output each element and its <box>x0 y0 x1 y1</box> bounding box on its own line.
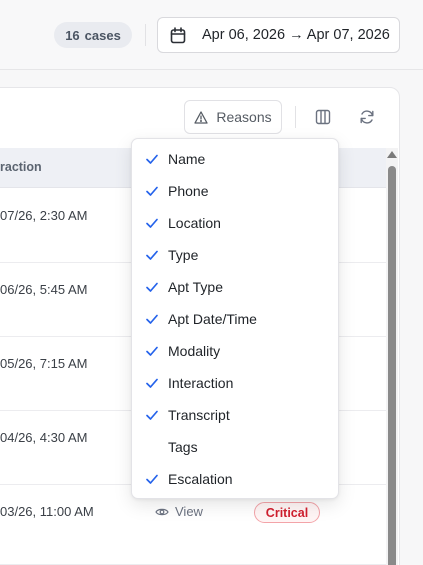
reasons-button[interactable]: Reasons <box>184 100 282 134</box>
date-range-text: Apr 06, 2026 → Apr 07, 2026 <box>202 27 390 43</box>
cases-label: cases <box>84 27 121 43</box>
check-icon <box>146 410 158 420</box>
menu-item-phone[interactable]: Phone <box>132 175 338 207</box>
check-icon <box>146 154 158 164</box>
check-icon <box>146 474 158 484</box>
view-link[interactable]: View <box>155 504 203 519</box>
check-icon <box>146 186 158 196</box>
menu-item-location[interactable]: Location <box>132 207 338 239</box>
check-icon <box>146 218 158 228</box>
check-icon <box>146 378 158 388</box>
check-icon <box>146 346 158 356</box>
menu-item-interaction[interactable]: Interaction <box>132 367 338 399</box>
refresh-button[interactable] <box>356 106 378 128</box>
row-datetime: 04/26, 4:30 AM <box>0 430 88 445</box>
row-datetime: 05/26, 7:15 AM <box>0 356 88 371</box>
cases-count: 16 <box>65 27 80 43</box>
menu-item-label: Location <box>168 215 221 231</box>
menu-item-transcript[interactable]: Transcript <box>132 399 338 431</box>
check-icon <box>146 250 158 260</box>
refresh-icon <box>360 110 374 124</box>
toolbar-divider <box>295 106 296 128</box>
menu-item-label: Type <box>168 247 199 263</box>
header-divider <box>145 24 146 46</box>
menu-item-label: Tags <box>168 439 198 455</box>
top-bar: 16 cases Apr 06, 2026 → Apr 07, 2026 <box>0 0 423 70</box>
eye-icon <box>155 508 169 515</box>
critical-badge: Critical <box>254 502 320 523</box>
menu-item-label: Phone <box>168 183 209 199</box>
row-datetime: 06/26, 5:45 AM <box>0 282 88 297</box>
reasons-label: Reasons <box>216 109 272 125</box>
alert-triangle-icon <box>194 110 209 124</box>
column-visibility-menu: Name Phone Location Type Apt Type Apt Date/Ti… <box>131 138 339 499</box>
scrollbar-thumb[interactable] <box>388 166 396 565</box>
menu-item-apt-type[interactable]: Apt Type <box>132 271 338 303</box>
check-icon <box>146 314 158 324</box>
columns-icon <box>315 109 331 125</box>
menu-item-label: Escalation <box>168 471 233 487</box>
menu-item-modality[interactable]: Modality <box>132 335 338 367</box>
menu-item-label: Modality <box>168 343 221 359</box>
menu-item-type[interactable]: Type <box>132 239 338 271</box>
menu-item-label: Name <box>168 151 206 167</box>
row-datetime: 07/26, 2:30 AM <box>0 208 88 223</box>
column-header-interaction[interactable]: raction <box>0 160 42 174</box>
columns-button[interactable] <box>312 106 334 128</box>
date-range-picker[interactable]: Apr 06, 2026 → Apr 07, 2026 <box>157 17 400 53</box>
menu-item-tags[interactable]: Tags <box>132 431 338 463</box>
cases-count-badge: 16 cases <box>54 22 132 48</box>
menu-item-label: Apt Date/Time <box>168 311 257 327</box>
scroll-up-arrow[interactable] <box>387 151 397 158</box>
menu-item-apt-date-time[interactable]: Apt Date/Time <box>132 303 338 335</box>
menu-item-name[interactable]: Name <box>132 143 338 175</box>
menu-item-escalation[interactable]: Escalation <box>132 463 338 495</box>
check-icon <box>146 282 158 292</box>
row-datetime: 03/26, 11:00 AM <box>0 504 94 519</box>
menu-item-label: Transcript <box>168 407 230 423</box>
menu-item-label: Apt Type <box>168 279 224 295</box>
menu-item-label: Interaction <box>168 375 234 391</box>
calendar-icon <box>170 26 186 43</box>
view-label: View <box>175 504 203 519</box>
